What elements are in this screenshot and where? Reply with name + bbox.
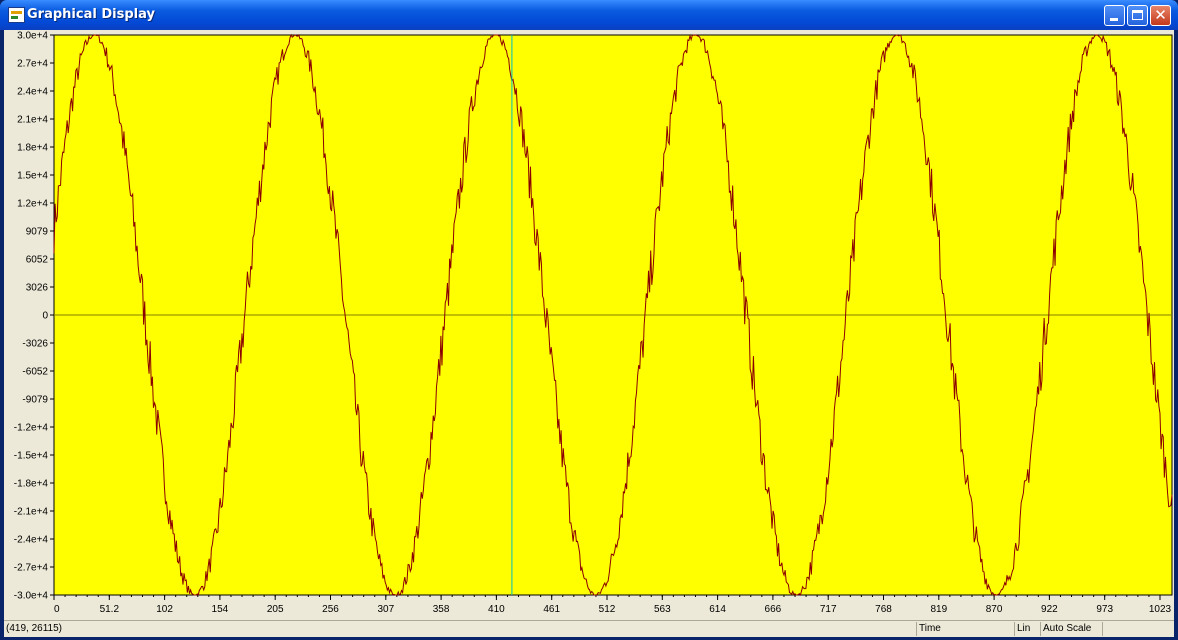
y-tick-label: -2.7e+4 [14,563,49,574]
y-tick-label: -6052 [22,367,48,378]
x-tick-label: 870 [986,604,1003,615]
y-tick-label: -3.0e+4 [14,591,49,602]
x-tick-label: 410 [488,604,505,615]
cursor-readout: (419, 26115) [6,623,62,634]
x-tick-label: 768 [875,604,892,615]
scale-indicator[interactable]: Lin [1014,622,1040,636]
y-tick-label: 9079 [26,227,49,238]
y-tick-label: -2.4e+4 [14,535,49,546]
graphical-display-window: Graphical Display ✕ 3.0e+4 2.7e+4 2.4e+4 2.… [0,0,1178,640]
waveform-chart[interactable]: 3.0e+4 2.7e+4 2.4e+4 2.1e+4 1.8e+4 1.5e+4 1.2e… [4,30,1174,620]
auto-scale-indicator[interactable]: Auto Scale [1040,622,1102,636]
x-tick-label: 154 [212,604,229,615]
x-tick-label: 512 [599,604,616,615]
title-bar[interactable]: Graphical Display ✕ [0,0,1178,30]
window-title: Graphical Display [27,7,155,22]
x-tick-label: 819 [930,604,947,615]
y-tick-label: 3.0e+4 [17,31,48,42]
y-tick-label: 2.7e+4 [17,59,48,70]
y-tick-label: -1.8e+4 [14,479,49,490]
y-tick-label: -9079 [22,395,48,406]
minimize-icon [1110,18,1118,21]
x-tick-label: 666 [765,604,782,615]
x-tick-label: 0 [54,604,60,615]
y-tick-label: 1.2e+4 [17,199,48,210]
minimize-button[interactable] [1104,5,1125,26]
maximize-icon [1132,10,1143,20]
status-bar: (419, 26115) Time Lin Auto Scale [4,620,1174,637]
y-tick-label: -3026 [22,339,48,350]
y-tick-label: 1.5e+4 [17,171,48,182]
plot-area[interactable]: 3.0e+4 2.7e+4 2.4e+4 2.1e+4 1.8e+4 1.5e+4 1.2e… [4,30,1174,620]
y-tick-label: 2.1e+4 [17,115,48,126]
x-tick-label: 358 [433,604,450,615]
x-tick-label: 922 [1041,604,1058,615]
x-tick-label: 205 [267,604,284,615]
status-pane-empty [1102,622,1174,636]
y-tick-label: 1.8e+4 [17,143,48,154]
y-tick-label: 0 [42,311,48,322]
x-tick-label: 1023 [1149,604,1172,615]
maximize-button[interactable] [1127,5,1148,26]
x-tick-label: 51.2 [100,604,120,615]
y-tick-label: 2.4e+4 [17,87,48,98]
close-button[interactable]: ✕ [1150,5,1171,26]
y-tick-label: -1.5e+4 [14,451,49,462]
x-tick-label: 102 [156,604,173,615]
app-icon [8,7,25,23]
x-tick-label: 563 [654,604,671,615]
close-icon: ✕ [1154,6,1167,24]
y-tick-label: -1.2e+4 [14,423,49,434]
y-tick-label: 3026 [26,283,49,294]
x-tick-label: 614 [709,604,726,615]
y-tick-label: 6052 [26,255,49,266]
x-tick-label: 461 [543,604,560,615]
x-tick-label: 256 [322,604,339,615]
x-tick-label: 717 [820,604,837,615]
client-area: 3.0e+4 2.7e+4 2.4e+4 2.1e+4 1.8e+4 1.5e+4 1.2e… [4,30,1174,637]
x-tick-label: 973 [1096,604,1113,615]
domain-indicator: Time [916,622,1014,636]
y-tick-label: -2.1e+4 [14,507,49,518]
x-tick-label: 307 [377,604,394,615]
